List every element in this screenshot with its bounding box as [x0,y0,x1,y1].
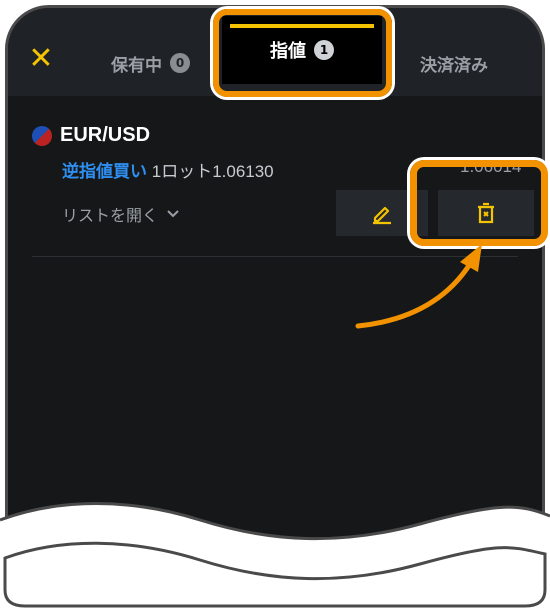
tab-holdings-count: 0 [170,53,190,73]
torn-edge [0,502,550,614]
order-type: 逆指値買い [62,162,147,181]
tab-holdings-label: 保有中 [111,55,162,76]
order-detail: 1ロット1.06130 [151,162,274,181]
delete-highlight-frame [410,160,548,246]
tab-settled[interactable]: 決済済み [420,48,488,78]
eu-us-flag-icon [32,125,52,146]
list-toggle[interactable]: リストを開く [62,202,180,226]
pointer-arrow [355,244,482,329]
currency-pair: EUR/USD [32,124,150,147]
tab-settled-label: 決済済み [420,55,488,76]
tab-highlight-frame [213,9,392,97]
pencil-icon [373,206,391,225]
list-toggle-label: リストを開く [62,206,159,225]
tab-holdings[interactable]: 保有中 0 [111,48,190,78]
chevron-down-icon [167,210,179,218]
close-icon[interactable]: ✕ [26,44,56,74]
order-info: 逆指値買い 1ロット1.06130 [62,157,274,182]
pair-name: EUR/USD [60,124,151,146]
